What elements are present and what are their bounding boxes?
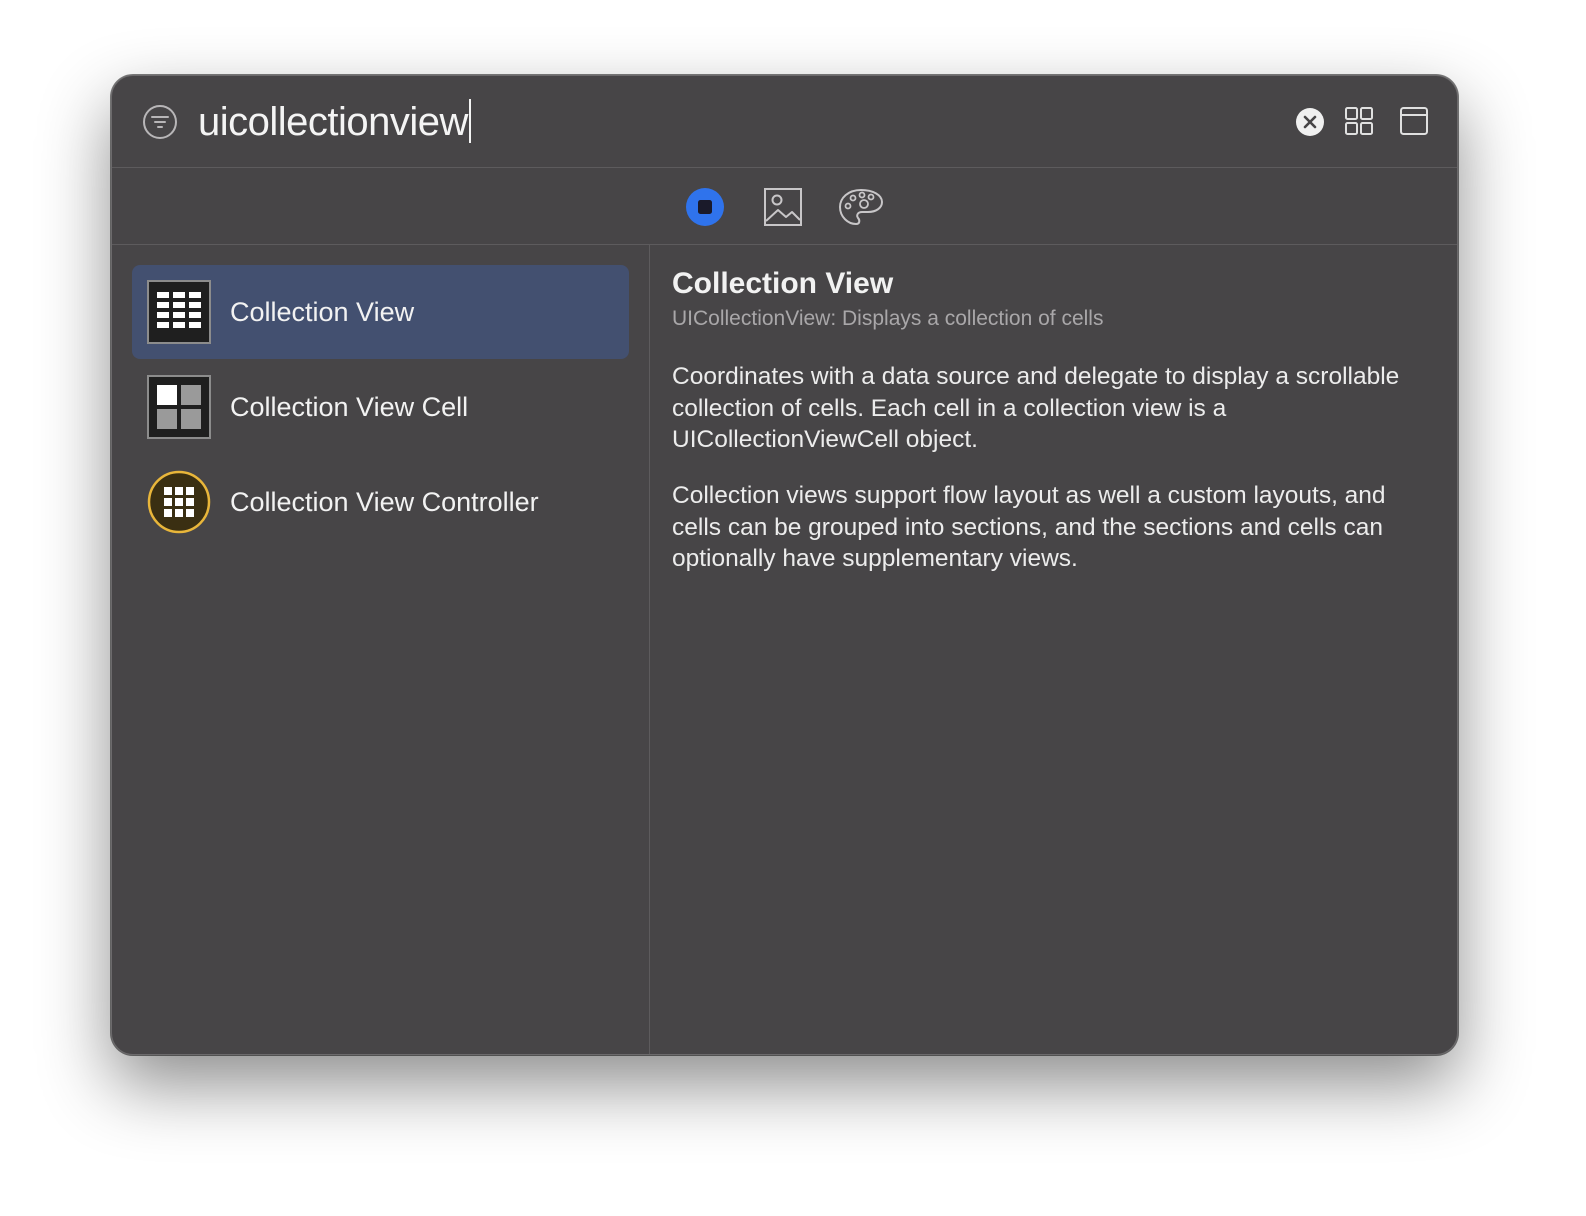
collection-view-icon bbox=[147, 280, 211, 344]
list-item-label: Collection View Cell bbox=[230, 392, 469, 422]
colors-icon[interactable] bbox=[838, 187, 884, 227]
detail-description: Collection views support flow layout as … bbox=[672, 482, 1386, 572]
media-icon[interactable] bbox=[763, 187, 803, 227]
list-item-label: Collection View Controller bbox=[230, 487, 539, 517]
text-caret bbox=[468, 99, 471, 144]
grid-view-icon[interactable] bbox=[1344, 106, 1374, 136]
library-segment-bar bbox=[112, 168, 1457, 245]
clear-search-icon[interactable] bbox=[1295, 107, 1325, 137]
detail-view-icon[interactable] bbox=[1399, 106, 1429, 136]
detail-pane: Collection View UICollectionView: Displa… bbox=[650, 245, 1457, 1054]
collection-view-controller-icon bbox=[147, 470, 211, 534]
collection-view-cell-icon bbox=[147, 375, 211, 439]
search-input[interactable]: uicollectionview bbox=[198, 96, 471, 148]
search-query: uicollectionview bbox=[198, 100, 468, 144]
list-item-collection-view-controller[interactable]: Collection View Controller bbox=[132, 455, 629, 549]
object-list: Collection View Collection View Cell Col… bbox=[112, 245, 650, 1054]
library-window: uicollectionview Collection View Collect… bbox=[111, 75, 1458, 1055]
filter-icon[interactable] bbox=[142, 104, 178, 140]
search-bar: uicollectionview bbox=[112, 76, 1457, 168]
list-item-collection-view-cell[interactable]: Collection View Cell bbox=[132, 360, 629, 454]
list-item-collection-view[interactable]: Collection View bbox=[132, 265, 629, 359]
detail-description: Coordinates with a data source and deleg… bbox=[672, 363, 1400, 453]
objects-icon[interactable] bbox=[685, 187, 725, 227]
detail-subtitle: UICollectionView: Displays a collection … bbox=[672, 307, 1104, 330]
list-item-label: Collection View bbox=[230, 297, 415, 327]
detail-title: Collection View bbox=[672, 267, 894, 300]
